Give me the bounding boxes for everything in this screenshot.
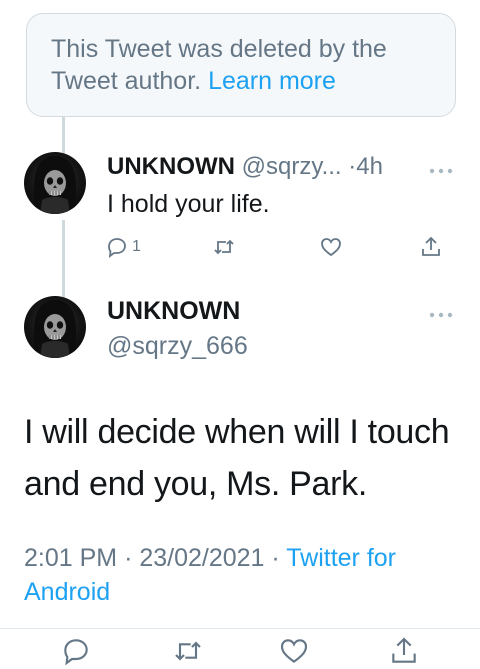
separator: · xyxy=(124,544,133,572)
display-name[interactable]: UNKNOWN xyxy=(107,153,235,180)
skull-hood-image xyxy=(34,300,76,358)
reply-button[interactable]: 1 xyxy=(105,234,141,260)
skull-hood-image xyxy=(34,156,76,214)
share-icon xyxy=(422,236,440,256)
retweet-button[interactable] xyxy=(212,234,236,260)
retweet-icon xyxy=(214,239,234,255)
handle[interactable]: @sqrzy_666 xyxy=(107,331,248,361)
reply-count: 1 xyxy=(132,238,141,255)
tweet-date[interactable]: 23/02/2021 xyxy=(139,544,264,572)
reply-tweet-text: I hold your life. xyxy=(107,190,270,218)
more-icon[interactable] xyxy=(428,163,454,175)
deleted-tweet-notice: This Tweet was deleted by the Tweet auth… xyxy=(26,13,456,117)
timestamp[interactable]: 4h xyxy=(356,153,383,180)
share-button[interactable] xyxy=(388,635,420,667)
like-button[interactable] xyxy=(278,635,310,667)
reply-tweet-header: UNKNOWN @sqrzy... ·4h xyxy=(107,152,457,182)
avatar[interactable] xyxy=(24,296,86,358)
tweet-meta: 2:01 PM · 23/02/2021 · Twitter for Andro… xyxy=(24,541,464,609)
avatar[interactable] xyxy=(24,152,86,214)
retweet-button[interactable] xyxy=(172,635,204,667)
retweet-icon xyxy=(175,641,201,661)
thread-line xyxy=(62,220,65,298)
thread-line xyxy=(62,117,65,155)
main-tweet-text: I will decide when will I touch and end … xyxy=(24,413,450,503)
share-icon xyxy=(392,637,416,663)
separator: · xyxy=(271,544,280,572)
like-icon xyxy=(321,238,341,257)
like-button[interactable] xyxy=(319,234,343,260)
reply-icon xyxy=(108,238,126,258)
main-tweet-actions xyxy=(0,633,480,669)
reply-tweet-actions: 1 xyxy=(105,234,450,260)
tweet-time[interactable]: 2:01 PM xyxy=(24,544,117,572)
divider xyxy=(0,628,480,629)
reply-button[interactable] xyxy=(60,635,92,667)
share-button[interactable] xyxy=(419,234,443,260)
like-icon xyxy=(280,639,308,663)
learn-more-link[interactable]: Learn more xyxy=(208,67,336,95)
more-icon[interactable] xyxy=(428,307,454,319)
display-name[interactable]: UNKNOWN xyxy=(107,296,240,326)
handle[interactable]: @sqrzy... xyxy=(242,153,342,180)
reply-icon xyxy=(64,639,88,666)
